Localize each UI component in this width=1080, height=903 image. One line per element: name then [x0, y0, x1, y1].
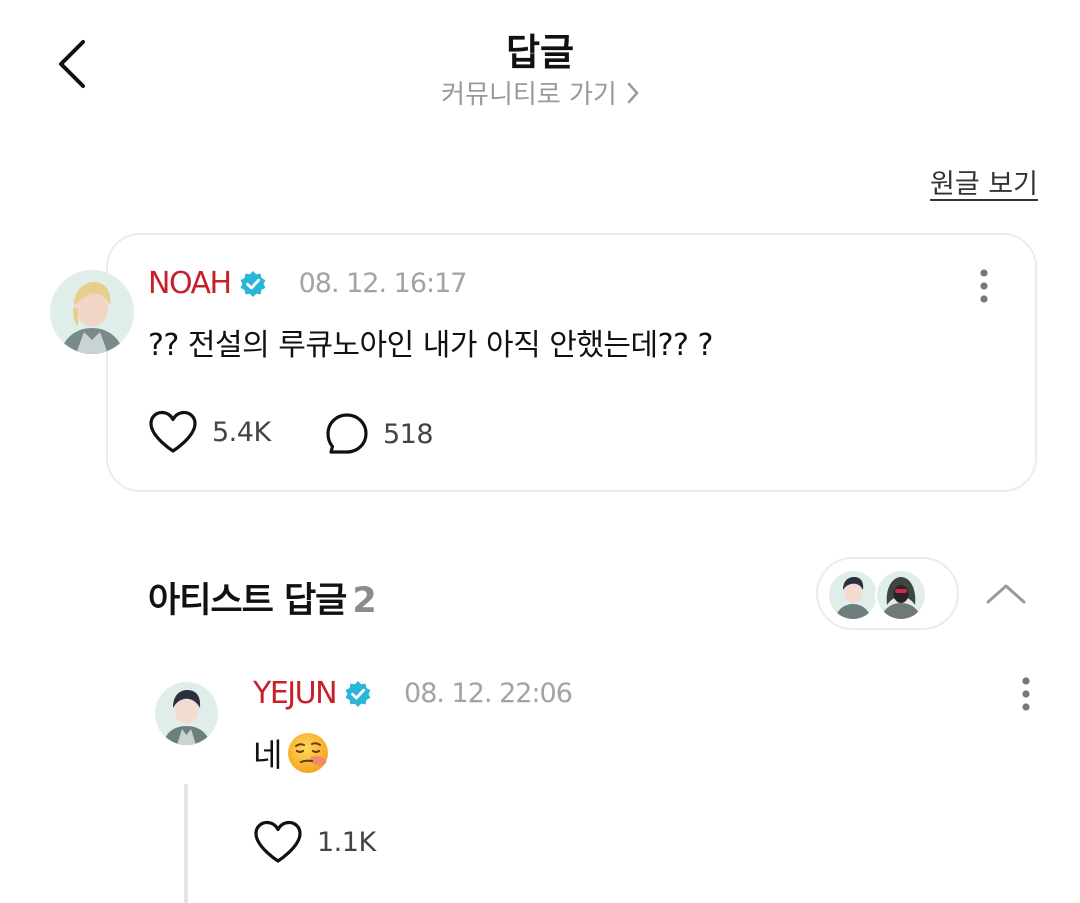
reply-text: 네 — [253, 736, 283, 774]
chevron-right-icon — [627, 82, 639, 104]
yejun-avatar-image — [155, 682, 218, 745]
reply-page: 답글 커뮤니티로 가기 원글 보기 NOAH 08. 12. 16:17 ?? … — [0, 0, 1080, 903]
heart-outline-icon — [149, 410, 197, 453]
collapse-replies-button[interactable] — [980, 574, 1032, 614]
reply-author-line: YEJUN 08. 12. 22:06 — [253, 676, 573, 711]
reply-more-button[interactable] — [1011, 672, 1041, 716]
post-like-button[interactable]: 5.4K — [148, 410, 271, 454]
noah-avatar-image — [50, 270, 134, 354]
chevron-up-icon — [986, 584, 1026, 604]
verified-badge-icon — [344, 680, 372, 708]
post-reply-count: 518 — [383, 418, 434, 450]
avatar[interactable] — [50, 270, 134, 354]
author-name[interactable]: NOAH — [148, 266, 232, 301]
community-link-label: 커뮤니티로 가기 — [441, 80, 617, 110]
artist-avatar-yejun — [827, 569, 879, 621]
smirk-emoji-icon — [286, 731, 330, 775]
post-like-count: 5.4K — [212, 416, 271, 448]
avatar[interactable] — [155, 682, 218, 745]
reply-timestamp: 08. 12. 22:06 — [404, 678, 573, 709]
artist-avatar-hooded — [875, 569, 927, 621]
post-text: ?? 전설의 루큐노아인 내가 아직 안했는데?? ? — [148, 328, 713, 363]
artist-replies-heading: 아티스트 답글 2 — [148, 572, 377, 623]
artist-avatars-pill[interactable] — [816, 557, 959, 630]
heart-outline-icon — [254, 820, 302, 863]
verified-badge-icon — [239, 270, 267, 298]
page-title: 답글 — [505, 31, 575, 74]
reply-text-line: 네 — [253, 730, 330, 776]
reply-like-button[interactable]: 1.1K — [253, 820, 376, 864]
view-original-link[interactable]: 원글 보기 — [930, 162, 1038, 201]
speech-bubble-icon — [326, 413, 368, 454]
author-name[interactable]: YEJUN — [253, 676, 338, 711]
post-reply-button[interactable]: 518 — [325, 412, 434, 456]
post-more-button[interactable] — [969, 264, 999, 308]
more-vertical-icon — [980, 269, 988, 303]
thread-line — [184, 784, 188, 903]
go-to-community-link[interactable]: 커뮤니티로 가기 — [0, 74, 1080, 111]
post-timestamp: 08. 12. 16:17 — [298, 268, 468, 299]
reply-like-count: 1.1K — [317, 826, 376, 858]
more-vertical-icon — [1022, 677, 1030, 711]
artist-replies-count: 2 — [352, 581, 376, 621]
post-author-line: NOAH 08. 12. 16:17 — [148, 266, 468, 301]
artist-replies-title: 아티스트 답글 — [148, 581, 347, 621]
